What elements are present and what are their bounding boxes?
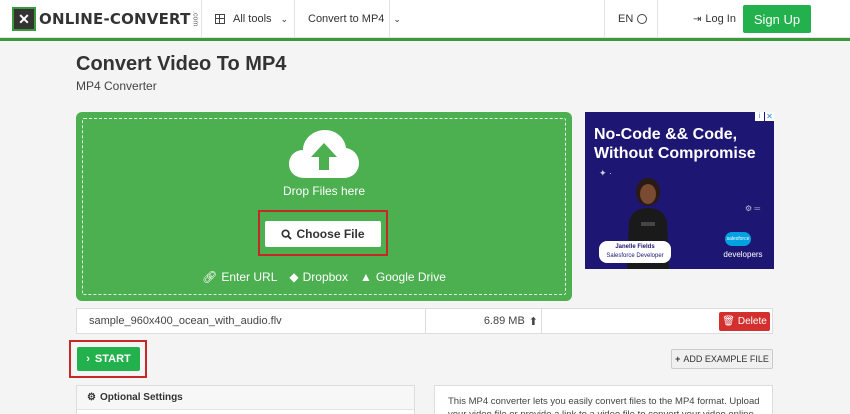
header-divider [389,0,390,38]
delete-label: Delete [737,316,767,327]
header-divider [657,0,658,38]
chevron-down-icon: ⌄ [393,13,401,24]
chevron-right-icon: › [86,353,90,365]
enter-url-link[interactable]: 🔗︎ Enter URL [202,270,277,284]
all-tools-menu[interactable]: All tools ⌄ [215,0,288,38]
enter-url-label: Enter URL [221,270,278,284]
add-example-file-button[interactable]: + ADD EXAMPLE FILE [671,349,773,369]
optional-settings-header[interactable]: ⚙ Optional Settings [77,386,414,410]
optional-settings-panel: ⚙ Optional Settings [76,385,415,414]
site-logo[interactable]: ✕ ONLINE-CONVERT .com [12,7,199,31]
plus-icon: + [675,354,681,364]
file-dropzone[interactable]: Drop Files here Choose File 🔗︎ Enter URL… [76,112,572,301]
choose-file-label: Choose File [296,227,365,241]
search-icon [281,228,293,240]
link-icon: 🔗︎ [202,270,218,284]
uploaded-file-row: sample_960x400_ocean_with_audio.flv 6.89… [76,308,773,334]
gear-icon: ⚙ [87,392,96,403]
chevron-down-icon: ⌄ [280,13,289,24]
salesforce-developers-label: developers [723,250,763,259]
cloud-upload-icon [289,130,359,178]
dropbox-icon: ◆ [289,270,299,284]
row-divider [541,309,542,333]
convert-menu-label: Convert to MP4 [308,13,385,25]
ad-close-icon[interactable]: ✕ [765,112,774,121]
google-drive-label: Google Drive [375,270,446,284]
language-selector[interactable]: EN [618,0,648,38]
drop-files-label: Drop Files here [282,184,366,198]
convert-menu[interactable]: Convert to MP4 ⌄ [308,0,401,38]
optional-settings-label: Optional Settings [99,392,183,403]
logo-suffix: .com [191,11,199,27]
signup-button[interactable]: Sign Up [743,5,811,33]
ad-decoration-icon: ✦ · [599,168,613,178]
upload-sources: 🔗︎ Enter URL ◆ Dropbox ▲ Google Drive [76,270,572,284]
header-divider [201,0,202,38]
header-divider [604,0,605,38]
logo-mark-icon: ✕ [12,7,36,31]
login-icon: ⇥ [693,13,702,25]
google-drive-icon: ▲ [359,270,372,284]
salesforce-logo: salesforce [725,232,751,246]
logo-text: ONLINE-CONVERT [39,10,191,28]
grid-icon [215,14,225,24]
file-size-value: 6.89 MB [483,315,525,327]
file-size: 6.89 MB ⬆ [426,309,538,333]
header-divider [294,0,295,38]
add-example-label: ADD EXAMPLE FILE [683,354,769,364]
google-drive-link[interactable]: ▲ Google Drive [360,270,446,284]
ad-name-badge: Janelle Fields Salesforce Developer [599,241,671,263]
ad-headline: No-Code && Code, Without Compromise [594,126,756,162]
globe-icon [637,14,648,24]
page-title: Convert Video To MP4 [76,53,287,75]
advertisement-banner[interactable]: i ✕ No-Code && Code, Without Compromise … [585,112,774,269]
ad-person-role: Salesforce Developer [606,253,664,259]
ad-info-icon[interactable]: i [755,112,764,121]
language-label: EN [618,13,634,25]
login-label: Log In [705,13,736,25]
all-tools-label: All tools [233,13,272,25]
ad-decoration-icon: ⚙ ═ [745,204,761,213]
login-link[interactable]: ⇥ Log In [693,0,736,38]
ad-person-name: Janelle Fields [615,244,655,250]
dropbox-link[interactable]: ◆ Dropbox [289,270,348,284]
file-name: sample_960x400_ocean_with_audio.flv [89,315,282,327]
delete-button[interactable]: 🗑︎ Delete [719,312,770,331]
page-subtitle: MP4 Converter [76,79,157,93]
start-button[interactable]: › START [77,347,140,371]
upload-icon: ⬆ [528,315,538,328]
dropbox-label: Dropbox [302,270,348,284]
header-accent-bar [0,38,850,41]
choose-file-button[interactable]: Choose File [265,221,381,247]
trash-icon: 🗑︎ [722,316,735,327]
top-header: ✕ ONLINE-CONVERT .com All tools ⌄ Conver… [0,0,850,38]
description-panel: This MP4 converter lets you easily conve… [434,385,773,414]
start-label: START [94,353,131,365]
converter-description: This MP4 converter lets you easily conve… [448,396,760,414]
